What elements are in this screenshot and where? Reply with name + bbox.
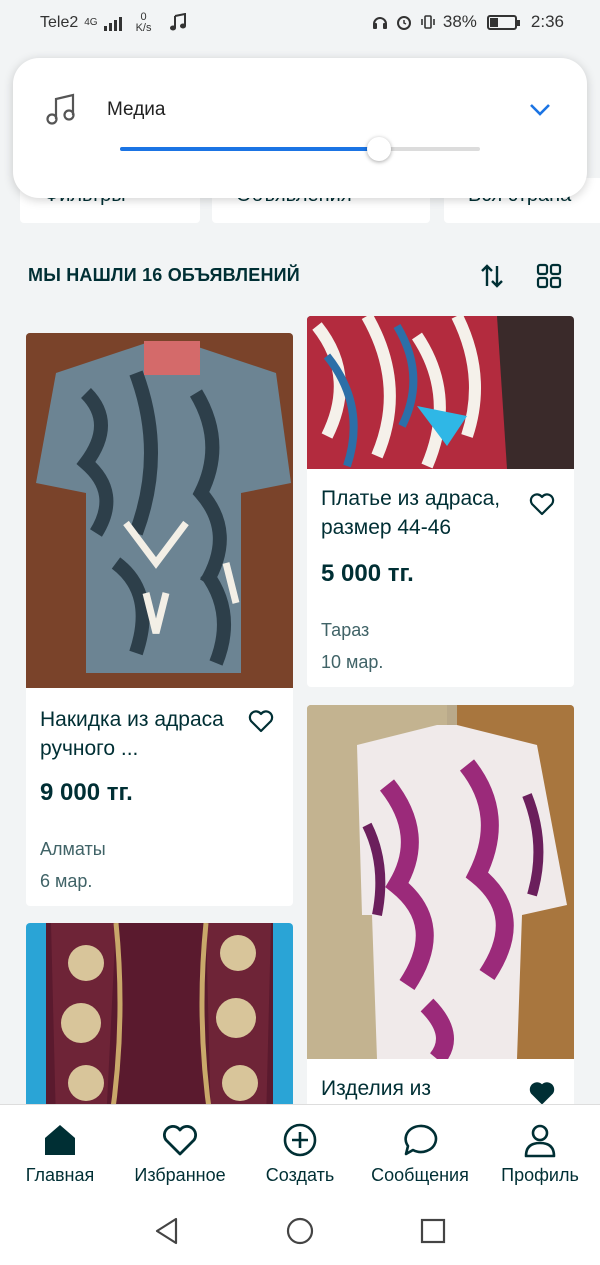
results-count-title: МЫ НАШЛИ 16 ОБЪЯВЛЕНИЙ xyxy=(28,265,300,285)
nav-favorites[interactable]: Избранное xyxy=(120,1121,240,1186)
nav-favorites-label: Избранное xyxy=(134,1165,226,1185)
listing-price: 9 000 тг. xyxy=(40,779,133,806)
recents-icon[interactable] xyxy=(418,1216,448,1246)
nav-messages-label: Сообщения xyxy=(371,1165,469,1185)
volume-slider[interactable] xyxy=(120,137,480,161)
volume-stream-label: Медиа xyxy=(107,99,166,120)
status-bar: Tele2 4G 0 K/s 38% 2:36 xyxy=(0,0,600,46)
home-button-icon[interactable] xyxy=(285,1216,315,1246)
listing-card[interactable]: Изделия из xyxy=(307,705,574,1125)
volume-slider-thumb[interactable] xyxy=(367,137,392,161)
favorite-heart-icon[interactable] xyxy=(528,490,556,518)
music-note-icon xyxy=(46,93,75,125)
nav-home[interactable]: Главная xyxy=(0,1121,120,1186)
listing-photo[interactable] xyxy=(307,705,574,1059)
listing-date: 10 мар. xyxy=(321,652,384,672)
listing-card[interactable]: Накидка из адраса ручного ... 9 000 тг. … xyxy=(26,333,293,906)
signal-icon xyxy=(103,15,122,31)
listing-title[interactable]: Изделия из xyxy=(321,1074,526,1103)
home-icon xyxy=(45,1125,75,1155)
clock: 2:36 xyxy=(530,12,564,31)
bottom-navigation: Главная Избранное Создать Сообщения Проф… xyxy=(0,1104,600,1194)
battery-icon xyxy=(486,14,520,30)
nav-home-label: Главная xyxy=(25,1165,95,1185)
alarm-icon xyxy=(396,16,411,30)
favorite-heart-filled-icon[interactable] xyxy=(528,1079,556,1107)
back-icon[interactable] xyxy=(152,1216,182,1246)
heart-icon xyxy=(163,1125,197,1156)
nav-messages[interactable]: Сообщения xyxy=(360,1121,480,1186)
network-speed: 0 K/s xyxy=(136,12,152,34)
listing-card[interactable]: Платье из адраса, размер 44-46 5 000 тг.… xyxy=(307,316,574,687)
volume-slider-fill xyxy=(120,147,380,151)
network-type: 4G xyxy=(84,17,98,28)
headphones-icon xyxy=(372,17,387,29)
status-left: Tele2 4G 0 K/s xyxy=(40,12,188,34)
media-volume-panel: Медиа xyxy=(13,58,587,198)
listing-price: 5 000 тг. xyxy=(321,560,414,587)
favorite-heart-icon[interactable] xyxy=(247,707,275,735)
sort-icon[interactable] xyxy=(478,262,506,290)
nav-profile[interactable]: Профиль xyxy=(480,1121,600,1186)
speed-unit: K/s xyxy=(135,22,152,34)
music-note-icon xyxy=(169,13,186,31)
status-right: 38% 2:36 xyxy=(371,12,564,32)
chat-icon xyxy=(404,1124,438,1156)
nav-profile-label: Профиль xyxy=(501,1165,579,1185)
listing-photo[interactable] xyxy=(26,923,293,1123)
listing-photo[interactable] xyxy=(26,333,293,688)
battery-percent: 38% xyxy=(442,12,477,31)
carrier-label: Tele2 xyxy=(40,14,79,31)
listing-date: 6 мар. xyxy=(40,871,93,891)
system-navigation-bar xyxy=(0,1194,600,1265)
grid-view-icon[interactable] xyxy=(535,262,563,290)
vibrate-icon xyxy=(421,15,435,29)
nav-create-label: Создать xyxy=(265,1165,335,1185)
plus-circle-icon xyxy=(283,1123,317,1157)
chevron-down-icon[interactable] xyxy=(527,96,553,122)
listing-title[interactable]: Платье из адраса, размер 44-46 xyxy=(321,484,526,542)
user-icon xyxy=(524,1124,556,1158)
listing-card[interactable] xyxy=(26,923,293,1123)
nav-create[interactable]: Создать xyxy=(240,1121,360,1186)
listing-city: Тараз xyxy=(321,620,370,640)
listing-title[interactable]: Накидка из адраса ручного ... xyxy=(40,705,245,763)
listing-city: Алматы xyxy=(40,839,106,859)
listing-photo[interactable] xyxy=(307,316,574,469)
